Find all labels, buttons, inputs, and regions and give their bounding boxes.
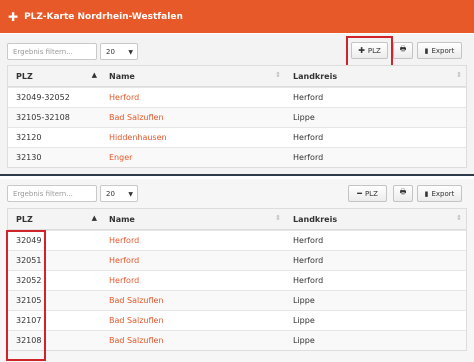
file-icon: ▮ bbox=[424, 189, 429, 198]
sort-icon: ⇕ bbox=[456, 213, 462, 222]
table-row: 32107 Bad Salzuflen Lippe bbox=[8, 310, 466, 330]
table-row: 32108 Bad Salzuflen Lippe bbox=[8, 330, 466, 350]
table-row: 32049-32052 Herford Herford bbox=[8, 87, 466, 107]
table-row: 32051 Herford Herford bbox=[8, 250, 466, 270]
table-row: 32105-32108 Bad Salzuflen Lippe bbox=[8, 107, 466, 127]
table-row: 32105 Bad Salzuflen Lippe bbox=[8, 290, 466, 310]
column-name[interactable]: Name ⇕ bbox=[101, 70, 285, 81]
page-title: PLZ-Karte Nordrhein-Westfalen bbox=[24, 11, 183, 22]
column-landkreis[interactable]: Landkreis ⇕ bbox=[285, 70, 466, 81]
cell-landkreis: Herford bbox=[293, 93, 324, 102]
table-row: 32049 Herford Herford bbox=[8, 230, 466, 250]
print-icon: 🖶 bbox=[399, 45, 407, 53]
sort-icon: ⇕ bbox=[275, 213, 281, 222]
cell-name-link[interactable]: Enger bbox=[101, 153, 285, 162]
chevron-down-icon: ▼ bbox=[128, 191, 133, 198]
cell-plz: 32049-32052 bbox=[16, 93, 70, 102]
plz-button-label: PLZ bbox=[367, 46, 381, 55]
search-input[interactable]: Ergebnis filtern... bbox=[7, 185, 97, 202]
export-button[interactable]: ▮ Export bbox=[417, 42, 462, 59]
cell-plz: 32105-32108 bbox=[16, 113, 70, 122]
export-button[interactable]: ▮ Export bbox=[417, 185, 462, 202]
table-header: PLZ ▲ Name ⇕ Landkreis ⇕ bbox=[8, 66, 466, 87]
cell-landkreis: Herford bbox=[293, 133, 324, 142]
print-button[interactable]: 🖶 bbox=[393, 42, 413, 59]
cell-name-link[interactable]: Herford bbox=[101, 93, 285, 102]
page-header: ✚ PLZ-Karte Nordrhein-Westfalen bbox=[0, 0, 474, 33]
search-input[interactable]: Ergebnis filtern... bbox=[7, 43, 97, 60]
cell-landkreis: Herford bbox=[293, 153, 324, 162]
sort-asc-icon: ▲ bbox=[91, 213, 97, 222]
cell-landkreis: Herford bbox=[293, 236, 324, 245]
cell-plz: 32120 bbox=[16, 133, 42, 142]
cell-name-link[interactable]: Bad Salzuflen bbox=[101, 316, 285, 325]
cell-name-link[interactable]: Bad Salzuflen bbox=[101, 296, 285, 305]
page-size-select[interactable]: 20 ▼ bbox=[100, 185, 138, 202]
add-plz-button[interactable]: ✚ PLZ bbox=[351, 42, 388, 59]
bottom-panel: Ergebnis filtern... 20 ▼ ━ PLZ 🖶 ▮ Expor… bbox=[0, 179, 474, 362]
plz-table-top: PLZ ▲ Name ⇕ Landkreis ⇕ 32049-32052 Herfor… bbox=[7, 65, 467, 168]
column-landkreis[interactable]: Landkreis ⇕ bbox=[285, 213, 466, 224]
page-size-value: 20 bbox=[106, 189, 115, 198]
cell-landkreis: Lippe bbox=[293, 296, 315, 305]
top-panel: Ergebnis filtern... 20 ▼ ✚ PLZ 🖶 ▮ Expor… bbox=[0, 34, 474, 176]
sort-icon: ⇕ bbox=[456, 70, 462, 79]
print-icon: 🖶 bbox=[399, 188, 407, 196]
plz-table-bottom: PLZ ▲ Name ⇕ Landkreis ⇕ 32049 Herford Herf… bbox=[7, 208, 467, 351]
chevron-down-icon: ▼ bbox=[128, 49, 133, 56]
column-name[interactable]: Name ⇕ bbox=[101, 213, 285, 224]
cell-name-link[interactable]: Herford bbox=[101, 276, 285, 285]
page-size-value: 20 bbox=[106, 47, 115, 56]
plus-icon: ✚ bbox=[358, 46, 365, 55]
minus-icon: ━ bbox=[357, 189, 362, 198]
print-button[interactable]: 🖶 bbox=[393, 185, 413, 202]
table-row: 32052 Herford Herford bbox=[8, 270, 466, 290]
column-plz[interactable]: PLZ ▲ bbox=[8, 70, 101, 81]
table-header: PLZ ▲ Name ⇕ Landkreis ⇕ bbox=[8, 209, 466, 230]
export-label: Export bbox=[431, 46, 455, 55]
cell-plz: 32130 bbox=[16, 153, 42, 162]
sort-icon: ⇕ bbox=[275, 70, 281, 79]
cell-landkreis: Lippe bbox=[293, 336, 315, 345]
highlight-box bbox=[6, 230, 46, 361]
export-label: Export bbox=[431, 189, 455, 198]
cell-name-link[interactable]: Herford bbox=[101, 236, 285, 245]
remove-plz-button[interactable]: ━ PLZ bbox=[348, 185, 387, 202]
table-row: 32120 Hiddenhausen Herford bbox=[8, 127, 466, 147]
cell-landkreis: Lippe bbox=[293, 113, 315, 122]
cell-name-link[interactable]: Bad Salzuflen bbox=[101, 113, 285, 122]
cell-landkreis: Lippe bbox=[293, 316, 315, 325]
sort-asc-icon: ▲ bbox=[91, 70, 97, 79]
file-icon: ▮ bbox=[424, 46, 429, 55]
plus-icon: ✚ bbox=[8, 9, 19, 24]
cell-name-link[interactable]: Hiddenhausen bbox=[101, 133, 285, 142]
cell-landkreis: Herford bbox=[293, 276, 324, 285]
bottom-toolbar: Ergebnis filtern... 20 ▼ ━ PLZ 🖶 ▮ Expor… bbox=[0, 180, 474, 206]
cell-name-link[interactable]: Bad Salzuflen bbox=[101, 336, 285, 345]
plz-button-label: PLZ bbox=[364, 189, 378, 198]
cell-landkreis: Herford bbox=[293, 256, 324, 265]
page-size-select[interactable]: 20 ▼ bbox=[100, 43, 138, 60]
cell-name-link[interactable]: Herford bbox=[101, 256, 285, 265]
column-plz[interactable]: PLZ ▲ bbox=[8, 213, 101, 224]
top-toolbar: Ergebnis filtern... 20 ▼ ✚ PLZ 🖶 ▮ Expor… bbox=[0, 36, 474, 67]
table-row: 32130 Enger Herford bbox=[8, 147, 466, 167]
